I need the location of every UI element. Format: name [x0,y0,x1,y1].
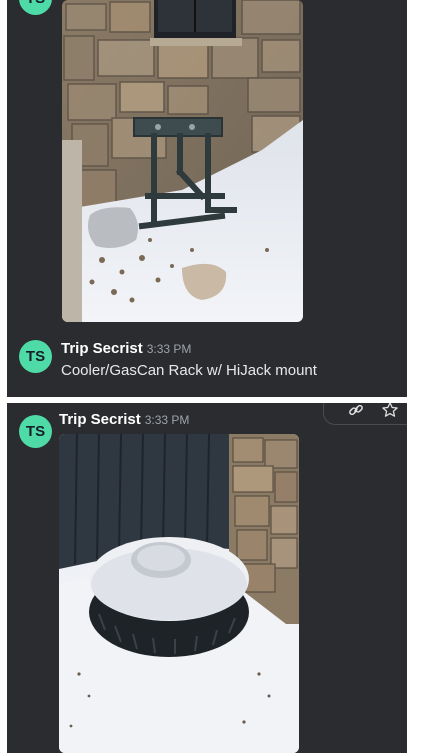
avatar-initials: TS [25,348,46,365]
avatar[interactable]: TS [19,340,52,373]
rack-photo-image [62,0,303,322]
star-icon[interactable] [381,403,399,419]
tire-photo[interactable] [59,434,299,753]
avatar[interactable]: TS [19,0,52,15]
message-panel-top: TS Trip Secrist 3:33 PM Cooler/GasCan Ra… [7,0,407,397]
tire-photo-image [59,434,299,753]
message-text: Cooler/GasCan Rack w/ HiJack mount [61,362,317,379]
avatar-initials: TS [25,423,46,440]
avatar-initials: TS [26,0,45,7]
message-hover-toolbar [323,403,407,425]
message-header: Trip Secrist 3:33 PM [61,340,191,358]
timestamp[interactable]: 3:33 PM [145,413,190,427]
avatar[interactable]: TS [19,415,52,448]
timestamp[interactable]: 3:33 PM [147,342,192,356]
link-icon[interactable] [347,403,365,419]
author-name[interactable]: Trip Secrist [59,411,141,428]
rack-photo[interactable] [62,0,303,322]
message-panel-bottom: TS Trip Secrist 3:33 PM [7,403,407,753]
message-header: Trip Secrist 3:33 PM [59,411,189,429]
author-name[interactable]: Trip Secrist [61,340,143,357]
